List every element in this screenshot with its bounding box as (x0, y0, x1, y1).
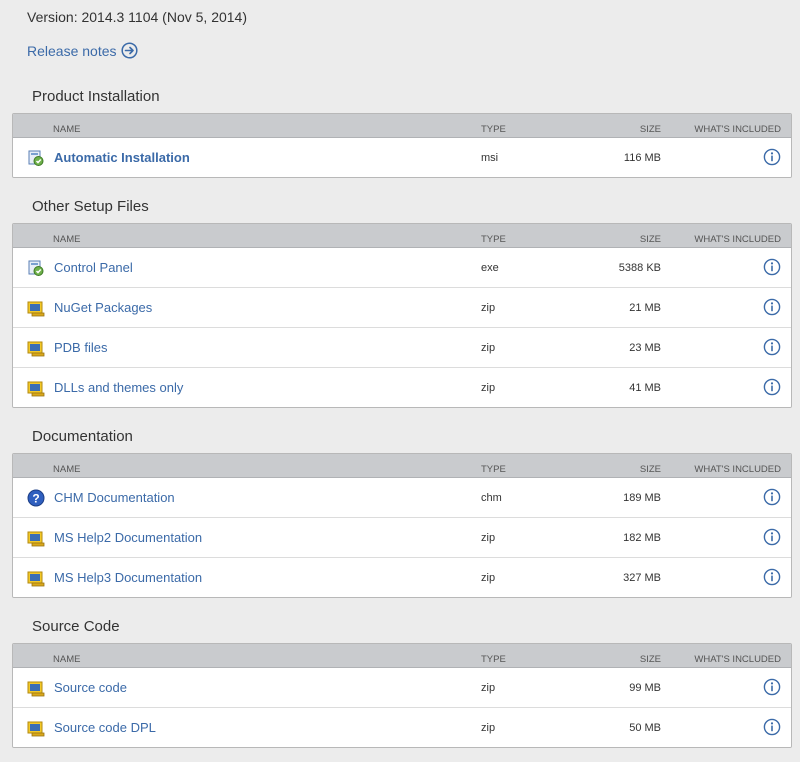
zip-icon (27, 339, 45, 357)
table-row: DLLs and themes only zip 41 MB (13, 367, 791, 407)
file-name-link[interactable]: Source code DPL (54, 720, 156, 735)
zip-icon (27, 379, 45, 397)
release-notes-link[interactable]: Release notes (27, 42, 138, 59)
zip-icon (27, 679, 45, 697)
file-type: exe (481, 262, 499, 274)
column-type-header: TYPE (481, 124, 506, 135)
file-name-link[interactable]: DLLs and themes only (54, 380, 183, 395)
section-title: Other Setup Files (32, 198, 149, 215)
table-header: NAME TYPE SIZE WHAT'S INCLUDED (13, 644, 791, 668)
zip-icon (27, 719, 45, 737)
section-title: Documentation (32, 428, 133, 445)
table-header: NAME TYPE SIZE WHAT'S INCLUDED (13, 114, 791, 138)
installer-icon (27, 259, 45, 277)
table-row: NuGet Packages zip 21 MB (13, 287, 791, 327)
file-size: 23 MB (629, 342, 661, 354)
file-name-link[interactable]: PDB files (54, 340, 107, 355)
file-type: zip (481, 682, 496, 694)
files-table: NAME TYPE SIZE WHAT'S INCLUDED Automatic Ins… (12, 113, 792, 178)
table-row: Control Panel exe 5388 KB (13, 248, 791, 287)
table-row: Automatic Installation msi 116 MB (13, 138, 791, 177)
file-size: 116 MB (623, 152, 661, 164)
arrow-right-circle-icon (120, 42, 138, 59)
zip-icon (27, 299, 45, 317)
column-name-header: NAME (53, 654, 81, 665)
file-name-link[interactable]: Automatic Installation (54, 150, 190, 165)
file-name-link[interactable]: MS Help2 Documentation (54, 530, 202, 545)
column-size-header: SIZE (639, 464, 661, 475)
info-icon[interactable] (763, 488, 781, 506)
section-title: Product Installation (32, 88, 160, 105)
info-icon[interactable] (763, 298, 781, 316)
file-size: 99 MB (629, 682, 661, 694)
file-size: 41 MB (629, 382, 661, 394)
table-row: ? CHM Documentation chm 189 MB (13, 478, 791, 517)
file-size: 182 MB (623, 532, 661, 544)
zip-icon (27, 529, 45, 547)
info-icon[interactable] (763, 148, 781, 166)
info-icon[interactable] (763, 338, 781, 356)
file-type: msi (481, 152, 499, 164)
file-name-link[interactable]: Control Panel (54, 260, 133, 275)
info-icon[interactable] (763, 258, 781, 276)
file-type: zip (481, 572, 496, 584)
section-title: Source Code (32, 618, 120, 635)
zip-icon (27, 569, 45, 587)
file-type: chm (481, 492, 502, 504)
version-text: Version: 2014.3 1104 (Nov 5, 2014) (27, 9, 248, 25)
table-row: Source code zip 99 MB (13, 668, 791, 707)
file-size: 21 MB (629, 302, 661, 314)
file-name-link[interactable]: CHM Documentation (54, 490, 175, 505)
table-header: NAME TYPE SIZE WHAT'S INCLUDED (13, 224, 791, 248)
file-size: 50 MB (629, 722, 661, 734)
column-included-header: WHAT'S INCLUDED (694, 464, 781, 475)
column-name-header: NAME (53, 234, 81, 245)
file-name-link[interactable]: Source code (54, 680, 127, 695)
table-row: MS Help2 Documentation zip 182 MB (13, 517, 791, 557)
release-notes-label: Release notes (27, 42, 117, 59)
files-table: NAME TYPE SIZE WHAT'S INCLUDED Source code zi… (12, 643, 792, 748)
file-type: zip (481, 302, 496, 314)
file-name-link[interactable]: MS Help3 Documentation (54, 570, 202, 585)
file-size: 189 MB (623, 492, 661, 504)
file-type: zip (481, 532, 496, 544)
file-type: zip (481, 382, 496, 394)
files-table: NAME TYPE SIZE WHAT'S INCLUDED Control Panel… (12, 223, 792, 408)
file-name-link[interactable]: NuGet Packages (54, 300, 152, 315)
column-type-header: TYPE (481, 234, 506, 245)
column-size-header: SIZE (639, 654, 661, 665)
column-type-header: TYPE (481, 654, 506, 665)
column-type-header: TYPE (481, 464, 506, 475)
file-type: zip (481, 722, 496, 734)
column-name-header: NAME (53, 124, 81, 135)
table-row: MS Help3 Documentation zip 327 MB (13, 557, 791, 597)
table-row: PDB files zip 23 MB (13, 327, 791, 367)
file-size: 327 MB (623, 572, 661, 584)
info-icon[interactable] (763, 528, 781, 546)
column-size-header: SIZE (639, 234, 661, 245)
table-row: Source code DPL zip 50 MB (13, 707, 791, 747)
column-size-header: SIZE (639, 124, 661, 135)
column-included-header: WHAT'S INCLUDED (694, 234, 781, 245)
info-icon[interactable] (763, 378, 781, 396)
info-icon[interactable] (763, 568, 781, 586)
info-icon[interactable] (763, 718, 781, 736)
column-included-header: WHAT'S INCLUDED (694, 124, 781, 135)
file-type: zip (481, 342, 496, 354)
table-header: NAME TYPE SIZE WHAT'S INCLUDED (13, 454, 791, 478)
help-icon: ? (27, 489, 45, 507)
column-included-header: WHAT'S INCLUDED (694, 654, 781, 665)
column-name-header: NAME (53, 464, 81, 475)
files-table: NAME TYPE SIZE WHAT'S INCLUDED? CHM Document… (12, 453, 792, 598)
svg-text:?: ? (32, 492, 39, 506)
info-icon[interactable] (763, 678, 781, 696)
installer-icon (27, 149, 45, 167)
file-size: 5388 KB (618, 262, 661, 274)
